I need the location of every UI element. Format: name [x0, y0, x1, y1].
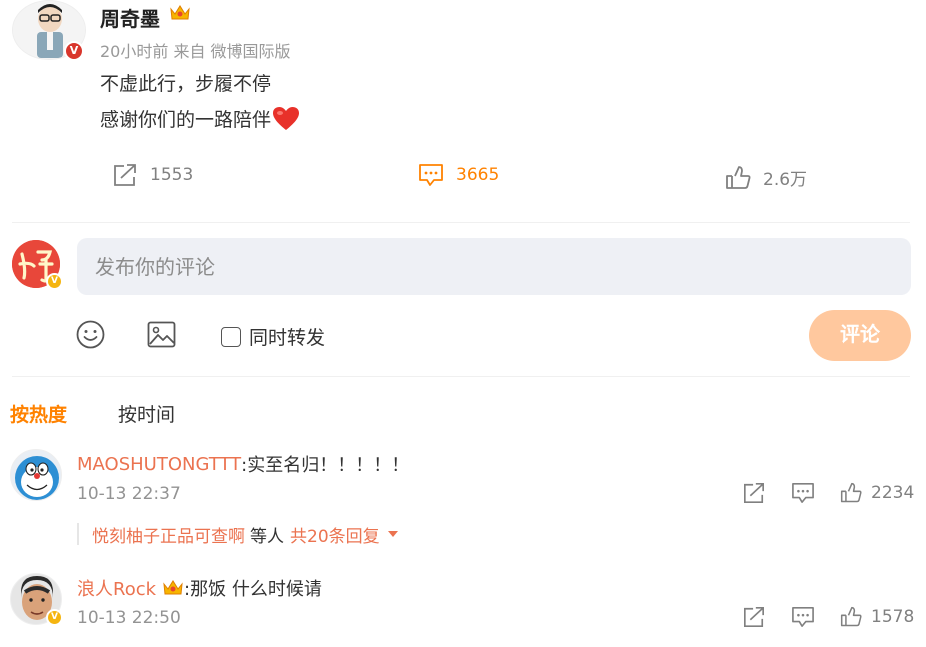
comment-count: 3665	[456, 165, 500, 185]
comment-text: :实至名归！！！！！	[241, 455, 410, 476]
thumbs-up-icon	[726, 165, 751, 189]
verified-badge-icon: V	[46, 609, 63, 626]
comment-like-count: 1578	[871, 607, 915, 627]
thumbs-up-icon[interactable]	[840, 482, 862, 504]
comment-like-count: 2234	[871, 483, 915, 503]
comment-body: 浪人Rock :那饭 什么时候请	[77, 575, 322, 601]
image-upload-icon[interactable]	[147, 321, 176, 348]
vip-crown-icon	[170, 5, 190, 20]
tab-sort-by-time[interactable]: 按时间	[118, 400, 175, 427]
verified-badge-icon: V	[46, 273, 63, 290]
post-text-line: 不虚此行，步履不停	[100, 73, 272, 95]
tab-sort-by-hot[interactable]: 按热度	[10, 400, 67, 427]
thumbs-up-icon[interactable]	[840, 606, 862, 628]
repost-icon	[114, 164, 136, 186]
comment-text: :那饭 什么时候请	[184, 579, 322, 600]
verified-badge-icon: V	[64, 41, 84, 61]
submit-comment-button[interactable]: 评论	[809, 310, 911, 361]
like-count: 2.6万	[763, 170, 808, 190]
comment-body: MAOSHUTONGTTT :实至名归！！！！！	[77, 451, 409, 477]
comment-timestamp: 10-13 22:50	[77, 608, 181, 628]
comment-button[interactable]: 3665	[418, 163, 499, 187]
comment-username[interactable]: MAOSHUTONGTTT	[77, 454, 241, 475]
post-text-line-content: 感谢你们的一路陪伴	[100, 109, 272, 131]
comment-timestamp: 10-13 22:37	[77, 484, 181, 504]
author-name[interactable]: 周奇墨	[100, 3, 160, 32]
comment-actions: 2234	[742, 482, 914, 504]
comment-username[interactable]: 浪人Rock	[77, 575, 156, 601]
repost-toggle[interactable]: 同时转发	[221, 323, 325, 350]
repost-button[interactable]: 1553	[112, 163, 193, 187]
reply-summary[interactable]: 悦刻柚子正品可查啊 等人 共20条回复	[77, 522, 398, 547]
divider	[12, 222, 910, 223]
repost-icon[interactable]	[742, 482, 766, 504]
chevron-down-icon	[387, 531, 398, 537]
comment-icon[interactable]	[791, 606, 815, 628]
repost-checkbox[interactable]	[221, 326, 241, 347]
more-replies-link[interactable]: 共20条回复	[290, 522, 380, 547]
comment-icon[interactable]	[791, 482, 815, 504]
comment-actions: 1578	[742, 606, 914, 628]
comment-icon	[419, 164, 443, 186]
reply-username[interactable]: 悦刻柚子正品可查啊	[92, 522, 245, 547]
heart-emoji-icon	[273, 106, 300, 130]
vip-crown-icon	[163, 580, 183, 595]
divider	[12, 376, 910, 377]
post-meta: 20小时前 来自 微博国际版	[100, 42, 291, 61]
comment-input[interactable]	[77, 238, 911, 295]
post-text-line: 感谢你们的一路陪伴	[100, 105, 300, 132]
repost-icon[interactable]	[742, 606, 766, 628]
emoji-icon[interactable]	[76, 320, 105, 349]
commenter-avatar[interactable]	[10, 449, 62, 501]
reply-connector: 等人	[250, 526, 284, 547]
repost-count: 1553	[150, 165, 194, 185]
repost-toggle-label: 同时转发	[249, 327, 326, 349]
like-button[interactable]: 2.6万	[725, 165, 807, 190]
